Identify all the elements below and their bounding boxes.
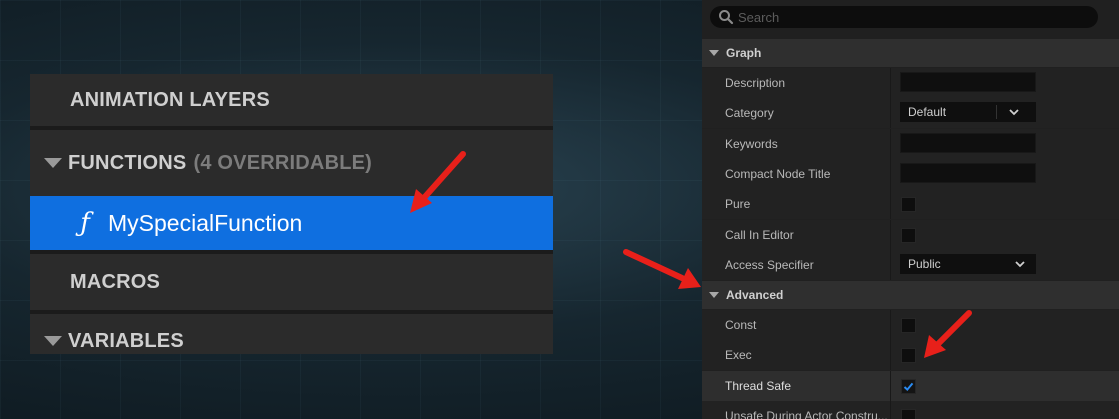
property-thread-safe: Thread Safe xyxy=(702,371,1119,401)
property-unsafe-during-actor-construction: Unsafe During Actor Constru... xyxy=(702,401,1119,419)
property-access-specifier: Access Specifier Public xyxy=(702,250,1119,280)
description-field[interactable] xyxy=(900,72,1036,92)
details-search-bar xyxy=(710,6,1098,28)
column-divider[interactable] xyxy=(890,68,891,98)
property-label: Access Specifier xyxy=(725,258,814,272)
chevron-down-icon xyxy=(1015,261,1025,268)
section-functions-label: FUNCTIONS xyxy=(68,151,187,174)
functions-overridable-count: (4 OVERRIDABLE) xyxy=(193,151,373,174)
section-macros-label: MACROS xyxy=(70,270,161,293)
property-compact-node-title: Compact Node Title xyxy=(702,159,1119,189)
chevron-down-icon xyxy=(1009,109,1019,116)
column-divider[interactable] xyxy=(890,159,891,189)
expand-arrow-icon[interactable] xyxy=(44,336,62,346)
section-animation-layers-label: ANIMATION LAYERS xyxy=(70,88,270,111)
section-graph-title: Graph xyxy=(726,46,762,60)
dropdown-separator xyxy=(996,105,997,119)
property-label: Unsafe During Actor Constru... xyxy=(725,409,888,419)
column-divider[interactable] xyxy=(890,310,891,340)
access-specifier-value: Public xyxy=(908,257,941,271)
property-keywords: Keywords xyxy=(702,129,1119,159)
call-in-editor-checkbox[interactable] xyxy=(901,228,916,243)
section-macros[interactable]: MACROS xyxy=(30,254,553,310)
function-icon: ƒ xyxy=(80,208,90,238)
property-label: Description xyxy=(725,76,786,90)
column-divider[interactable] xyxy=(890,401,891,419)
property-label: Exec xyxy=(725,348,752,362)
section-animation-layers[interactable]: ANIMATION LAYERS xyxy=(30,74,553,126)
property-exec: Exec xyxy=(702,340,1119,370)
function-item-myspecialfunction[interactable]: ƒ MySpecialFunction xyxy=(30,196,553,250)
property-category: Category Default xyxy=(702,98,1119,128)
const-checkbox[interactable] xyxy=(901,318,916,333)
details-panel: Graph Description Category Default Keywo… xyxy=(702,0,1119,419)
function-item-label: MySpecialFunction xyxy=(108,209,303,236)
property-label: Thread Safe xyxy=(725,379,792,393)
column-divider[interactable] xyxy=(890,371,891,401)
column-divider[interactable] xyxy=(890,98,891,128)
section-advanced-title: Advanced xyxy=(726,288,784,302)
section-advanced-header[interactable]: Advanced xyxy=(702,281,1119,309)
thread-safe-checkbox[interactable] xyxy=(901,379,916,394)
keywords-field[interactable] xyxy=(900,133,1036,153)
property-label: Call In Editor xyxy=(725,228,794,242)
category-dropdown[interactable]: Default xyxy=(900,102,1036,122)
property-pure: Pure xyxy=(702,189,1119,219)
property-label: Compact Node Title xyxy=(725,167,831,181)
column-divider[interactable] xyxy=(890,189,891,219)
column-divider[interactable] xyxy=(890,220,891,250)
search-icon xyxy=(719,10,734,25)
compact-node-title-field[interactable] xyxy=(900,163,1036,183)
category-dropdown-value: Default xyxy=(908,105,947,119)
property-description: Description xyxy=(702,68,1119,98)
column-divider[interactable] xyxy=(890,250,891,280)
property-const: Const xyxy=(702,310,1119,340)
column-divider[interactable] xyxy=(890,129,891,159)
exec-checkbox[interactable] xyxy=(901,348,916,363)
section-variables-label: VARIABLES xyxy=(68,330,184,352)
column-divider[interactable] xyxy=(890,340,891,370)
property-label: Category xyxy=(725,106,774,120)
checkmark-icon xyxy=(903,382,914,392)
property-label: Pure xyxy=(725,197,751,211)
expand-arrow-icon[interactable] xyxy=(44,158,62,168)
collapse-arrow-icon xyxy=(709,292,719,298)
collapse-arrow-icon xyxy=(709,50,719,56)
my-blueprint-panel: ANIMATION LAYERS FUNCTIONS (4 OVERRIDABL… xyxy=(30,74,553,354)
section-variables[interactable]: VARIABLES xyxy=(30,314,553,354)
section-functions[interactable]: FUNCTIONS (4 OVERRIDABLE) xyxy=(30,130,553,196)
pure-checkbox[interactable] xyxy=(901,197,916,212)
section-graph-header[interactable]: Graph xyxy=(702,39,1119,67)
search-input[interactable] xyxy=(738,8,1088,26)
property-label: Const xyxy=(725,318,757,332)
access-specifier-dropdown[interactable]: Public xyxy=(900,254,1036,274)
property-label: Keywords xyxy=(725,137,778,151)
unsafe-during-actor-construction-checkbox[interactable] xyxy=(901,409,916,419)
property-call-in-editor: Call In Editor xyxy=(702,220,1119,250)
